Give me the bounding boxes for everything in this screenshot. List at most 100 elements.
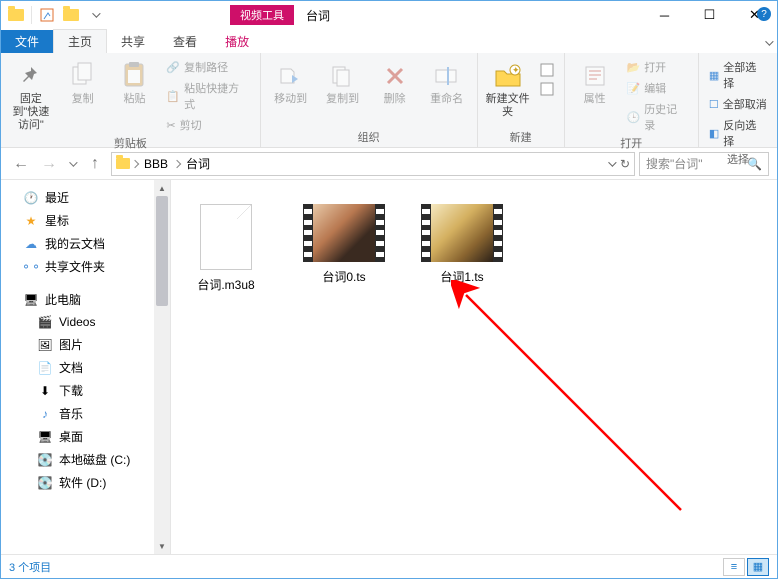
tree-label: 音乐 xyxy=(59,405,83,422)
sidebar-scrollbar[interactable]: ▲ ▼ xyxy=(154,180,170,554)
tab-home[interactable]: 主页 xyxy=(53,29,107,53)
new-item-button[interactable] xyxy=(536,61,558,79)
tree-pictures[interactable]: 🖼图片 xyxy=(1,333,170,356)
pin-icon xyxy=(18,59,44,93)
tree-label: 星标 xyxy=(45,212,69,229)
search-icon: 🔍 xyxy=(747,157,762,171)
edit-label: 编辑 xyxy=(644,80,666,96)
pin-label: 固定到"快速访问" xyxy=(9,93,53,133)
navigation-pane: 🕐最近 ★星标 ☁我的云文档 ⚬⚬共享文件夹 🖥此电脑 🎬Videos 🖼图片 … xyxy=(1,180,171,554)
ribbon-expand-icon[interactable] xyxy=(765,33,771,51)
open-button[interactable]: 📂打开 xyxy=(622,57,691,77)
scroll-up-icon[interactable]: ▲ xyxy=(154,180,170,196)
scroll-thumb[interactable] xyxy=(156,196,168,306)
forward-button[interactable]: → xyxy=(37,152,61,176)
copy-button[interactable]: 复制 xyxy=(59,57,107,108)
tree-this-pc[interactable]: 🖥此电脑 xyxy=(1,288,170,311)
cut-button[interactable]: ✂剪切 xyxy=(162,115,253,135)
icons-view-button[interactable]: ▦ xyxy=(747,558,769,576)
clock-icon: 🕐 xyxy=(23,190,39,206)
file-name: 台词0.ts xyxy=(322,268,365,285)
pin-quick-access-button[interactable]: 固定到"快速访问" xyxy=(7,57,55,135)
file-item[interactable]: 台词0.ts xyxy=(299,200,389,289)
breadcrumb-separator xyxy=(173,159,181,167)
rename-button[interactable]: 重命名 xyxy=(423,57,471,108)
tree-recent[interactable]: 🕐 最近 xyxy=(1,186,170,209)
properties-button[interactable]: 属性 xyxy=(571,57,619,108)
search-box[interactable]: 搜索"台词" 🔍 xyxy=(639,152,769,176)
scroll-down-icon[interactable]: ▼ xyxy=(154,538,170,554)
qat-new-folder-icon[interactable] xyxy=(60,4,82,26)
disk-icon: 💽 xyxy=(37,452,53,468)
select-none-button[interactable]: ☐全部取消 xyxy=(705,94,771,114)
tree-desktop[interactable]: 🖥桌面 xyxy=(1,425,170,448)
search-placeholder: 搜索"台词" xyxy=(646,155,703,172)
edit-icon: 📝 xyxy=(626,82,640,95)
easy-access-button[interactable] xyxy=(536,80,558,98)
file-list-pane[interactable]: 台词.m3u8 台词0.ts 台词1.ts xyxy=(171,180,777,554)
help-icon[interactable]: ? xyxy=(757,7,771,21)
minimize-button[interactable]: ─ xyxy=(642,1,687,29)
tree-cloud-docs[interactable]: ☁ 我的云文档 xyxy=(1,232,170,255)
select-all-icon: ▦ xyxy=(709,69,719,82)
disk-icon: 💽 xyxy=(37,475,53,491)
paste-shortcut-label: 粘贴快捷方式 xyxy=(184,80,250,112)
file-item[interactable]: 台词.m3u8 xyxy=(181,200,271,297)
tab-play[interactable]: 播放 xyxy=(211,30,263,53)
paste-shortcut-button[interactable]: 📋粘贴快捷方式 xyxy=(162,78,253,114)
tab-view[interactable]: 查看 xyxy=(159,30,211,53)
tree-starred[interactable]: ★星标 xyxy=(1,209,170,232)
recent-locations-button[interactable] xyxy=(65,152,79,176)
invert-selection-button[interactable]: ◧反向选择 xyxy=(705,115,771,151)
copy-path-button[interactable]: 🔗复制路径 xyxy=(162,57,253,77)
tree-videos[interactable]: 🎬Videos xyxy=(1,311,170,333)
navigation-bar: ← → ↑ BBB 台词 ↻ 搜索"台词" 🔍 xyxy=(1,148,777,180)
file-name: 台词1.ts xyxy=(440,268,483,285)
annotation-arrow xyxy=(451,280,711,540)
tree-label: 我的云文档 xyxy=(45,235,105,252)
address-bar[interactable]: BBB 台词 ↻ xyxy=(111,152,635,176)
properties-label: 属性 xyxy=(584,93,606,106)
move-to-button[interactable]: 移动到 xyxy=(267,57,315,108)
select-all-label: 全部选择 xyxy=(723,59,767,91)
delete-button[interactable]: 删除 xyxy=(371,57,419,108)
tree-downloads[interactable]: ⬇下载 xyxy=(1,379,170,402)
back-button[interactable]: ← xyxy=(9,152,33,176)
tree-label: 软件 (D:) xyxy=(59,474,106,491)
ribbon: 固定到"快速访问" 复制 粘贴 🔗复制路径 📋粘贴快捷方式 ✂剪切 剪贴板 移动… xyxy=(1,53,777,148)
edit-button[interactable]: 📝 编辑 xyxy=(622,78,691,98)
paste-button[interactable]: 粘贴 xyxy=(111,57,159,108)
tree-shared[interactable]: ⚬⚬共享文件夹 xyxy=(1,255,170,278)
qat-dropdown-icon[interactable] xyxy=(84,4,106,26)
refresh-icon[interactable]: ↻ xyxy=(620,157,630,171)
new-folder-button[interactable]: ✦ 新建文件夹 xyxy=(484,57,532,121)
tree-label: 桌面 xyxy=(59,428,83,445)
rename-icon xyxy=(434,59,460,93)
breadcrumb-item[interactable]: 台词 xyxy=(182,155,214,172)
app-icon[interactable] xyxy=(5,4,27,26)
select-none-icon: ☐ xyxy=(709,98,719,111)
copy-to-label: 复制到 xyxy=(326,93,359,106)
cloud-icon: ☁ xyxy=(23,236,39,252)
maximize-button[interactable]: ☐ xyxy=(687,1,732,29)
history-button[interactable]: 🕒历史记录 xyxy=(622,99,691,135)
invert-label: 反向选择 xyxy=(723,117,767,149)
ribbon-group-clipboard: 固定到"快速访问" 复制 粘贴 🔗复制路径 📋粘贴快捷方式 ✂剪切 剪贴板 xyxy=(1,53,261,147)
tree-label: 最近 xyxy=(45,189,69,206)
breadcrumb-item[interactable]: BBB xyxy=(140,157,172,171)
tree-music[interactable]: ♪音乐 xyxy=(1,402,170,425)
up-button[interactable]: ↑ xyxy=(83,152,107,176)
tree-documents[interactable]: 📄文档 xyxy=(1,356,170,379)
tree-local-d[interactable]: 💽 软件 (D:) xyxy=(1,471,170,494)
rename-label: 重命名 xyxy=(430,93,463,106)
tree-local-c[interactable]: 💽本地磁盘 (C:) xyxy=(1,448,170,471)
file-item[interactable]: 台词1.ts xyxy=(417,200,507,289)
tab-file[interactable]: 文件 xyxy=(1,30,53,53)
copy-to-button[interactable]: 复制到 xyxy=(319,57,367,108)
qat-properties-icon[interactable] xyxy=(36,4,58,26)
tab-share[interactable]: 共享 xyxy=(107,30,159,53)
details-view-button[interactable]: ≡ xyxy=(723,558,745,576)
move-to-icon xyxy=(278,59,304,93)
select-all-button[interactable]: ▦ 全部选择 xyxy=(705,57,771,93)
address-dropdown-icon[interactable] xyxy=(608,158,616,166)
